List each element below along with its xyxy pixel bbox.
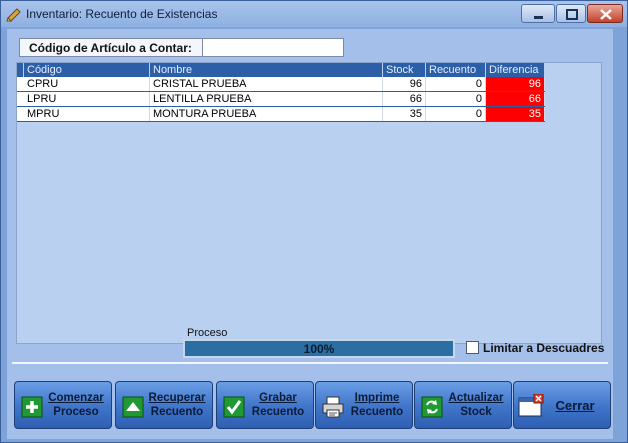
grid-rows: CPRU CRISTAL PRUEBA 96 0 96 LPRU LENTILL… bbox=[17, 77, 545, 122]
proceso-progress-bar: 100% bbox=[183, 339, 455, 358]
recuperar-label-line2: Recuento bbox=[150, 406, 204, 418]
imprime-label-line2: Recuento bbox=[350, 406, 404, 418]
grid-corner bbox=[17, 63, 24, 77]
grid-header: Código Nombre Stock Recuento Diferencia bbox=[17, 63, 545, 77]
actualizar-stock-label: Actualizar Stock bbox=[443, 391, 509, 419]
plus-icon bbox=[21, 396, 43, 418]
checkmark-icon bbox=[223, 396, 245, 418]
cell-nombre: CRISTAL PRUEBA bbox=[150, 77, 383, 91]
grabar-recuento-button[interactable]: Grabar Recuento bbox=[216, 381, 314, 429]
column-header-nombre[interactable]: Nombre bbox=[150, 63, 383, 77]
actualizar-stock-button[interactable]: Actualizar Stock bbox=[414, 381, 512, 429]
minimize-icon bbox=[534, 16, 543, 19]
proceso-label: Proceso bbox=[187, 327, 228, 339]
cell-recuento[interactable]: 0 bbox=[426, 92, 486, 106]
imprime-recuento-label: Imprime Recuento bbox=[344, 391, 410, 419]
divider bbox=[12, 362, 608, 364]
app-window: Inventario: Recuento de Existencias Códi… bbox=[0, 0, 628, 443]
comenzar-proceso-label: Comenzar Proceso bbox=[43, 391, 109, 419]
actualizar-label-line1: Actualizar bbox=[448, 392, 504, 404]
cell-nombre: LENTILLA PRUEBA bbox=[150, 92, 383, 106]
comenzar-proceso-button[interactable]: Comenzar Proceso bbox=[14, 381, 112, 429]
cell-stock: 66 bbox=[383, 92, 426, 106]
grabar-label-line1: Grabar bbox=[259, 392, 297, 404]
cell-nombre: MONTURA PRUEBA bbox=[150, 107, 383, 121]
cerrar-button[interactable]: Cerrar bbox=[513, 381, 611, 429]
cell-recuento[interactable]: 0 bbox=[426, 77, 486, 91]
grabar-recuento-label: Grabar Recuento bbox=[245, 391, 311, 419]
table-row[interactable]: CPRU CRISTAL PRUEBA 96 0 96 bbox=[17, 77, 545, 92]
app-icon bbox=[6, 8, 21, 22]
cell-codigo: LPRU bbox=[24, 92, 150, 106]
imprime-label-line1: Imprime bbox=[354, 392, 400, 404]
refresh-icon bbox=[421, 396, 443, 418]
comenzar-label-line2: Proceso bbox=[53, 406, 99, 418]
comenzar-label-line1: Comenzar bbox=[48, 392, 104, 404]
form-body: Código de Artículo a Contar: Código Nomb… bbox=[7, 29, 613, 439]
close-button[interactable] bbox=[587, 4, 623, 23]
progress-text: 100% bbox=[303, 342, 335, 356]
recuperar-recuento-button[interactable]: Recuperar Recuento bbox=[115, 381, 213, 429]
printer-icon bbox=[322, 396, 344, 418]
recuperar-recuento-label: Recuperar Recuento bbox=[144, 391, 210, 419]
table-row[interactable]: LPRU LENTILLA PRUEBA 66 0 66 bbox=[17, 92, 545, 107]
limitar-checkbox-label[interactable]: Limitar a Descuadres bbox=[483, 341, 604, 355]
imprime-recuento-button[interactable]: Imprime Recuento bbox=[315, 381, 413, 429]
title-bar: Inventario: Recuento de Existencias bbox=[1, 1, 627, 27]
up-arrow-icon bbox=[122, 396, 144, 418]
cell-stock: 96 bbox=[383, 77, 426, 91]
code-input[interactable] bbox=[202, 38, 344, 57]
button-bar: Comenzar Proceso Recuperar Recuento Grab… bbox=[10, 373, 611, 433]
cell-codigo: MPRU bbox=[24, 107, 150, 121]
cerrar-label: Cerrar bbox=[542, 399, 608, 413]
limitar-checkbox[interactable] bbox=[466, 341, 479, 354]
cerrar-label-line1: Cerrar bbox=[555, 398, 595, 413]
actualizar-label-line2: Stock bbox=[460, 406, 492, 418]
window-title: Inventario: Recuento de Existencias bbox=[26, 7, 218, 21]
cell-stock: 35 bbox=[383, 107, 426, 121]
column-header-recuento[interactable]: Recuento bbox=[426, 63, 486, 77]
table-row[interactable]: MPRU MONTURA PRUEBA 35 0 35 bbox=[17, 107, 545, 122]
code-field-label: Código de Artículo a Contar: bbox=[19, 38, 203, 57]
recuperar-label-line1: Recuperar bbox=[148, 392, 206, 404]
stock-grid[interactable]: Código Nombre Stock Recuento Diferencia … bbox=[16, 62, 602, 344]
column-header-codigo[interactable]: Código bbox=[24, 63, 150, 77]
cell-recuento[interactable]: 0 bbox=[426, 107, 486, 121]
minimize-button[interactable] bbox=[521, 4, 555, 23]
cell-codigo: CPRU bbox=[24, 77, 150, 91]
close-window-icon bbox=[518, 394, 544, 417]
column-header-diferencia[interactable]: Diferencia bbox=[486, 63, 545, 77]
grabar-label-line2: Recuento bbox=[251, 406, 305, 418]
cell-diferencia: 96 bbox=[486, 77, 545, 91]
maximize-icon bbox=[566, 9, 578, 20]
column-header-stock[interactable]: Stock bbox=[383, 63, 426, 77]
cell-diferencia: 66 bbox=[486, 92, 545, 106]
maximize-button[interactable] bbox=[556, 4, 586, 23]
cell-diferencia: 35 bbox=[486, 107, 545, 121]
close-icon bbox=[600, 9, 612, 20]
